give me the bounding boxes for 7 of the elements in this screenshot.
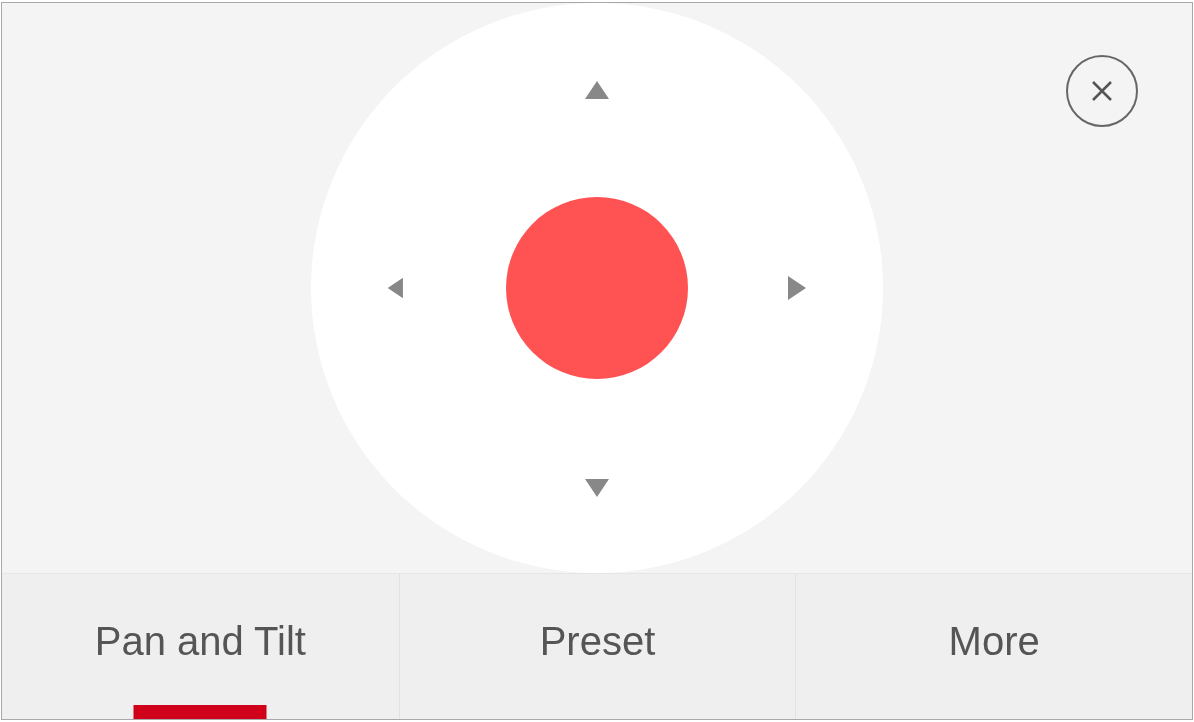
close-icon[interactable] [1064,53,1140,129]
down-arrow-icon[interactable] [584,477,610,499]
tab[interactable]: Preset [398,574,796,719]
tab[interactable]: More [795,574,1192,719]
up-arrow-icon[interactable] [584,79,610,101]
right-arrow-icon[interactable] [786,275,808,301]
tab[interactable]: Pan and Tilt [2,574,399,719]
